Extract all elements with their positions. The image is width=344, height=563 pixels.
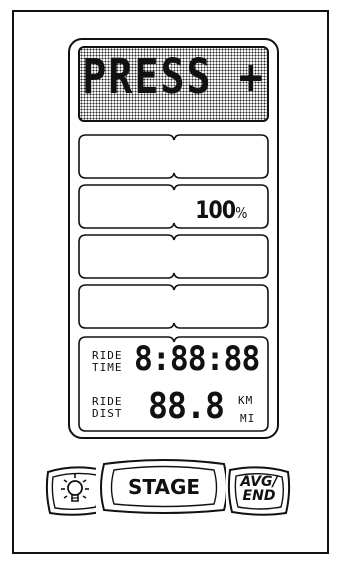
unit-mi: MI (240, 412, 256, 425)
slot-frame (78, 284, 269, 329)
message-display: PRESS + 0: (78, 46, 269, 122)
ride-dist-label: RIDE DIST (92, 395, 123, 420)
button-row: STAGE AVG/ END (44, 458, 312, 522)
ride-time-label: RIDE TIME (92, 349, 123, 374)
ride-dist-value: 88.8 (148, 386, 225, 427)
avg-end-label: AVG/ END (240, 474, 278, 504)
slot-frame (78, 234, 269, 279)
data-slot-1 (78, 134, 269, 179)
unit-km: KM (238, 394, 254, 407)
message-text: PRESS + 0: (82, 49, 265, 106)
ride-stats-panel: RIDE TIME 8:88:88 RIDE DIST 88.8 KM MI (78, 336, 269, 432)
lightbulb-icon (61, 474, 89, 502)
ride-time-value: 8:88:88 (134, 339, 260, 379)
data-slot-2: 100% (78, 184, 269, 229)
stage-button[interactable]: STAGE (96, 458, 232, 516)
slot-frame (78, 134, 269, 179)
slot-value: 100% (194, 196, 247, 224)
data-slot-3 (78, 234, 269, 279)
avg-end-button[interactable]: AVG/ END (226, 462, 292, 518)
stage-label: STAGE (127, 475, 201, 499)
data-slot-4 (78, 284, 269, 329)
